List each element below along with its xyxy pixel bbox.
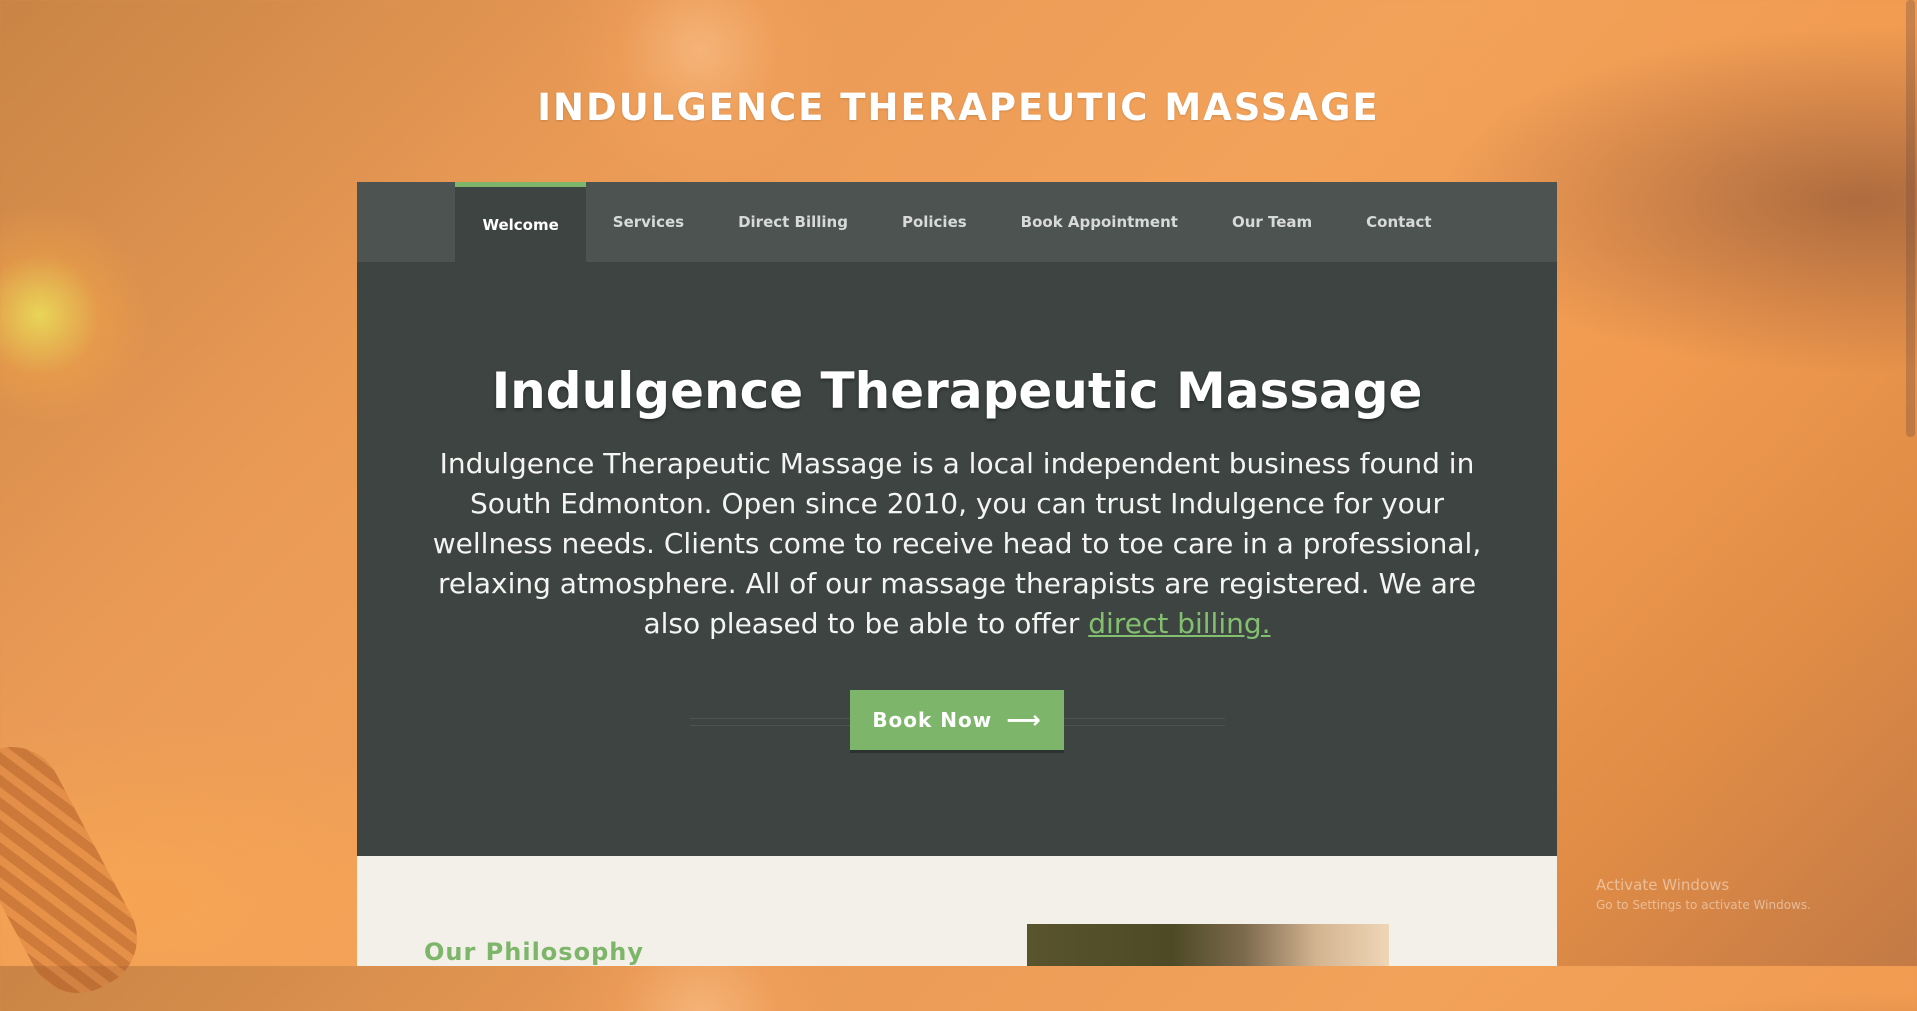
activate-windows-watermark: Activate Windows Go to Settings to activ… <box>1596 876 1811 912</box>
arrow-right-icon: ⟶ <box>1006 706 1042 734</box>
nav-item-services[interactable]: Services <box>586 182 711 262</box>
hero-body-text: Indulgence Therapeutic Massage is a loca… <box>432 447 1482 640</box>
philosophy-heading: Our Philosophy <box>424 938 644 966</box>
nav-item-label: Services <box>612 213 685 231</box>
nav-item-label: Contact <box>1366 213 1432 231</box>
page-scrollbar[interactable] <box>1903 0 1917 966</box>
site-title: INDULGENCE THERAPEUTIC MASSAGE <box>537 86 1380 129</box>
watermark-line1: Activate Windows <box>1596 876 1730 894</box>
nav-item-label: Welcome <box>482 215 559 234</box>
hero-description: Indulgence Therapeutic Massage is a loca… <box>417 444 1497 644</box>
hero-heading: Indulgence Therapeutic Massage <box>491 362 1423 420</box>
cta-wrapper: Book Now ⟶ <box>357 690 1557 750</box>
nav-item-policies[interactable]: Policies <box>875 182 994 262</box>
wheat-decoration <box>0 729 155 1011</box>
direct-billing-link[interactable]: direct billing. <box>1088 607 1270 640</box>
nav-item-our-team[interactable]: Our Team <box>1205 182 1339 262</box>
hero-section: Indulgence Therapeutic Massage Indulgenc… <box>357 262 1557 856</box>
nav-item-label: Book Appointment <box>1020 213 1178 231</box>
scrollbar-thumb[interactable] <box>1906 0 1915 437</box>
nav-item-label: Policies <box>901 213 967 231</box>
main-nav: Welcome Services Direct Billing Policies… <box>357 182 1557 262</box>
massage-photo <box>1027 924 1389 966</box>
nav-item-label: Our Team <box>1231 213 1313 231</box>
watermark-line2: Go to Settings to activate Windows. <box>1596 898 1811 912</box>
nav-item-label: Direct Billing <box>738 213 848 231</box>
main-container: Welcome Services Direct Billing Policies… <box>357 182 1557 966</box>
nav-item-contact[interactable]: Contact <box>1339 182 1458 262</box>
nav-item-book-appointment[interactable]: Book Appointment <box>994 182 1205 262</box>
nav-item-welcome[interactable]: Welcome <box>455 182 586 262</box>
philosophy-section: Our Philosophy <box>357 856 1557 966</box>
book-now-label: Book Now <box>872 708 993 732</box>
book-now-button[interactable]: Book Now ⟶ <box>850 690 1064 750</box>
nav-item-direct-billing[interactable]: Direct Billing <box>711 182 875 262</box>
